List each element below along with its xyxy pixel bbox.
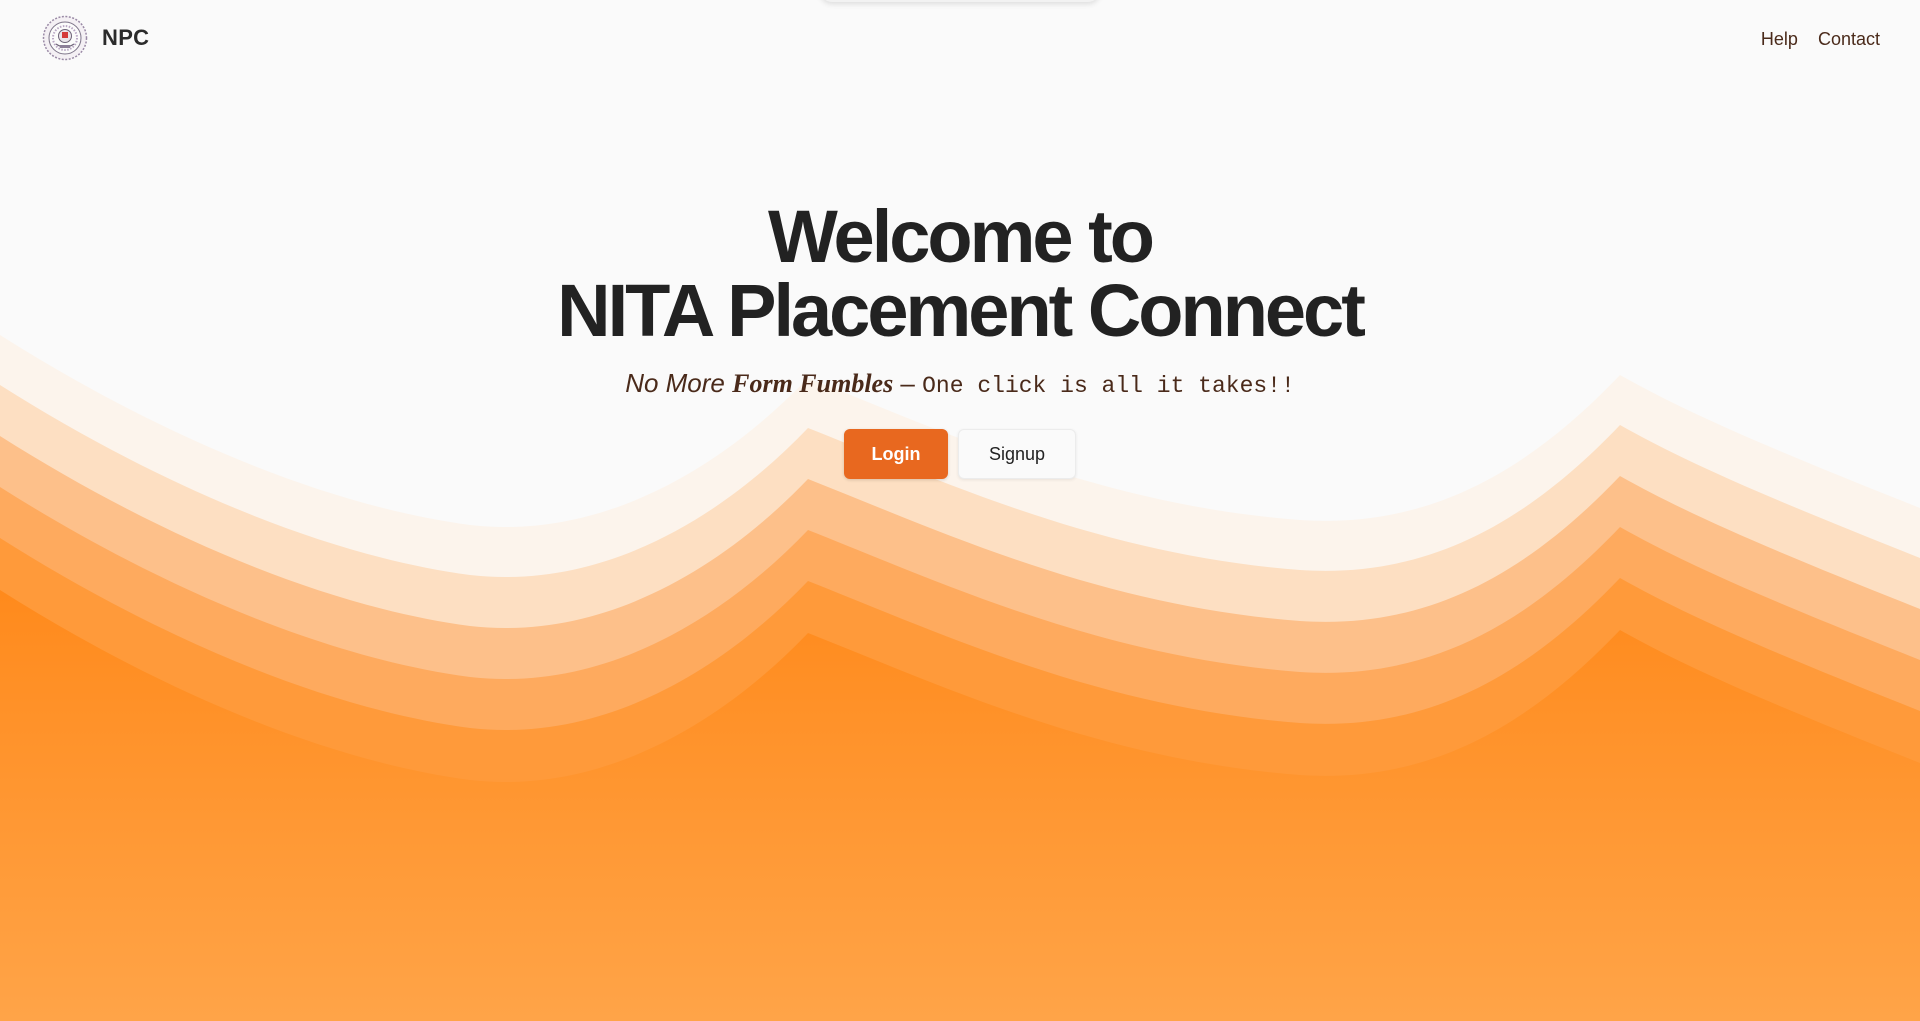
landing-page: NPC Help Contact Welcome to NITA Placeme…	[0, 0, 1920, 1021]
nav-link-help[interactable]: Help	[1761, 29, 1798, 50]
subtitle-part-2: Form Fumbles	[732, 369, 894, 398]
nav-link-contact[interactable]: Contact	[1818, 29, 1880, 50]
wave-background	[0, 335, 1920, 1021]
hero-subtitle: No More Form Fumbles – One click is all …	[0, 368, 1920, 399]
nav-links: Help Contact	[1761, 29, 1880, 50]
hero-title: Welcome to NITA Placement Connect	[0, 200, 1920, 348]
brand[interactable]: NPC	[42, 15, 149, 61]
navbar: NPC Help Contact	[0, 0, 1920, 80]
auth-buttons: Login Signup	[0, 429, 1920, 479]
subtitle-part-3: One click is all it takes!!	[922, 373, 1295, 399]
subtitle-part-1: No More	[625, 368, 733, 398]
hero-section: Welcome to NITA Placement Connect No Mor…	[0, 200, 1920, 479]
subtitle-dash: –	[893, 368, 923, 398]
hero-title-line-1: Welcome to	[768, 195, 1155, 278]
login-button[interactable]: Login	[844, 429, 948, 479]
brand-name: NPC	[102, 25, 150, 50]
signup-button[interactable]: Signup	[958, 429, 1076, 479]
hero-title-line-2: NITA Placement Connect	[557, 269, 1366, 352]
institute-emblem-icon	[42, 15, 88, 61]
